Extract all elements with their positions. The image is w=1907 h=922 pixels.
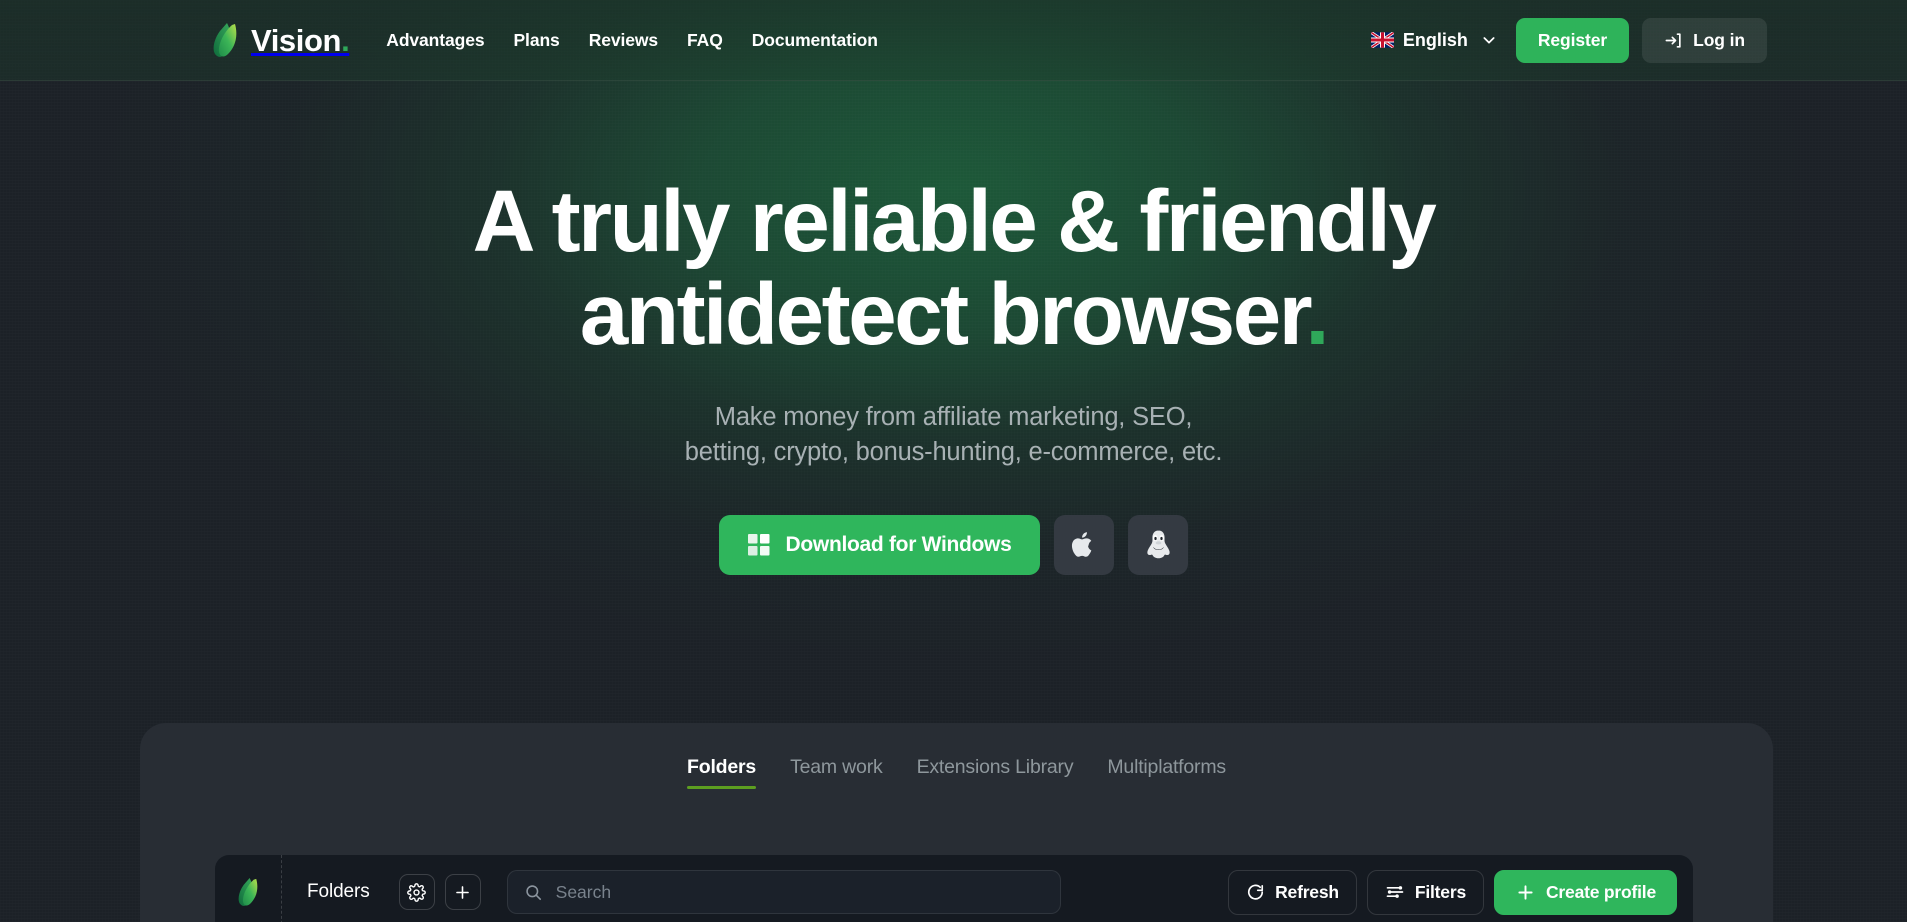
page-title: A truly reliable & friendly antidetect b… <box>0 175 1907 361</box>
feature-tabs: Folders Team work Extensions Library Mul… <box>140 756 1773 789</box>
search-icon <box>524 883 543 902</box>
search-input[interactable]: Search <box>507 870 1061 914</box>
plus-icon <box>453 883 472 902</box>
download-linux-button[interactable] <box>1128 515 1188 575</box>
uk-flag-icon <box>1371 32 1394 48</box>
login-arrow-icon <box>1664 31 1683 50</box>
hero-subtitle: Make money from affiliate marketing, SEO… <box>0 400 1907 470</box>
tab-multiplatforms[interactable]: Multiplatforms <box>1107 756 1226 789</box>
app-folders-label: Folders <box>307 881 370 903</box>
tab-team-work[interactable]: Team work <box>790 756 882 789</box>
brand-name: Vision. <box>251 25 349 56</box>
vision-leaf-icon <box>208 21 242 59</box>
download-macos-button[interactable] <box>1054 515 1114 575</box>
refresh-button[interactable]: Refresh <box>1228 870 1357 915</box>
filters-button[interactable]: Filters <box>1367 870 1484 915</box>
register-button[interactable]: Register <box>1516 18 1629 63</box>
page-root: Vision. Advantages Plans Reviews FAQ Doc… <box>0 0 1907 922</box>
plus-icon <box>1515 882 1536 903</box>
app-preview-window: Folders <box>215 855 1693 922</box>
brand-logo[interactable]: Vision. <box>208 21 349 59</box>
windows-icon <box>748 534 770 556</box>
hero-section: A truly reliable & friendly antidetect b… <box>0 81 1907 575</box>
nav-link-reviews[interactable]: Reviews <box>589 30 658 51</box>
create-profile-label: Create profile <box>1546 882 1656 903</box>
nav-link-advantages[interactable]: Advantages <box>386 30 484 51</box>
folder-settings-button[interactable] <box>399 874 435 910</box>
app-toolbar: Folders <box>215 855 1693 922</box>
app-toolbar-actions: Refresh Filters <box>1228 870 1677 915</box>
language-selector[interactable]: English <box>1365 24 1503 57</box>
filters-label: Filters <box>1415 882 1466 903</box>
download-windows-label: Download for Windows <box>786 533 1012 557</box>
nav-link-faq[interactable]: FAQ <box>687 30 723 51</box>
language-label: English <box>1403 30 1468 51</box>
site-header: Vision. Advantages Plans Reviews FAQ Doc… <box>0 0 1907 81</box>
chevron-down-icon <box>1477 32 1497 48</box>
main-nav: Advantages Plans Reviews FAQ Documentati… <box>386 30 878 51</box>
add-folder-button[interactable] <box>445 874 481 910</box>
create-profile-button[interactable]: Create profile <box>1494 870 1677 915</box>
hero-cta-row: Download for Windows <box>0 515 1907 575</box>
hero-subtitle-line-1: Make money from affiliate marketing, SEO… <box>715 403 1192 431</box>
nav-link-documentation[interactable]: Documentation <box>752 30 878 51</box>
tab-extensions-library[interactable]: Extensions Library <box>917 756 1074 789</box>
hero-subtitle-line-2: betting, crypto, bonus-hunting, e-commer… <box>685 438 1223 466</box>
linux-tux-icon <box>1145 529 1172 560</box>
tab-folders[interactable]: Folders <box>687 756 756 789</box>
feature-panel: Folders Team work Extensions Library Mul… <box>140 723 1773 922</box>
header-right-group: English Register Log in <box>1365 18 1767 63</box>
refresh-label: Refresh <box>1275 882 1339 903</box>
brand-dot: . <box>341 23 349 58</box>
apple-icon <box>1071 530 1097 560</box>
header-left-group: Vision. Advantages Plans Reviews FAQ Doc… <box>208 21 878 59</box>
app-sidebar-logo[interactable] <box>215 855 282 922</box>
hero-title-dot: . <box>1305 266 1327 363</box>
search-placeholder: Search <box>556 882 611 903</box>
filters-icon <box>1385 882 1405 902</box>
nav-link-plans[interactable]: Plans <box>513 30 559 51</box>
hero-title-line-1: A truly reliable & friendly <box>473 173 1435 270</box>
gear-icon <box>407 883 426 902</box>
refresh-icon <box>1246 883 1265 902</box>
hero-title-line-2: antidetect browser <box>580 266 1306 363</box>
vision-leaf-icon <box>234 876 262 908</box>
login-label: Log in <box>1693 30 1745 51</box>
login-button[interactable]: Log in <box>1642 18 1767 63</box>
download-windows-button[interactable]: Download for Windows <box>719 515 1041 575</box>
